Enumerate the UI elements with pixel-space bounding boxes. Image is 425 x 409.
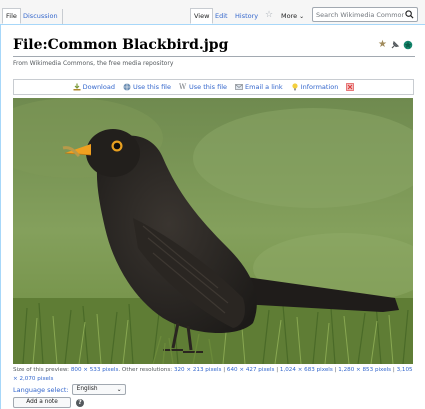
resolution-link-1280[interactable]: 1,280 × 853 pixels xyxy=(338,367,391,373)
information-label: Information xyxy=(300,83,339,91)
resolution-separator: | xyxy=(334,367,337,373)
resolution-separator: | xyxy=(223,367,226,373)
use-file-wiki-label: Use this file xyxy=(189,83,228,91)
email-link-label: Email a link xyxy=(245,83,283,91)
blackbird-photo xyxy=(13,98,413,364)
close-toolbar-button[interactable] xyxy=(346,83,355,91)
watch-star-icon[interactable]: ☆ xyxy=(262,8,276,24)
file-image[interactable] xyxy=(13,98,413,364)
preview-size-prefix: Size of this preview: xyxy=(13,367,70,373)
resolution-link-1024[interactable]: 1,024 × 683 pixels xyxy=(280,367,333,373)
title-indicators: ★ xyxy=(378,39,413,51)
add-note-button[interactable]: Add a note xyxy=(13,397,71,408)
language-select[interactable]: English ⌄ xyxy=(71,384,126,395)
resolution-separator: | xyxy=(276,367,279,373)
preview-resolution-info: Size of this preview: 800 × 533 pixels. … xyxy=(13,366,415,384)
language-row: Language select: English ⌄ xyxy=(13,384,126,395)
tab-file[interactable]: File xyxy=(2,8,21,24)
search-box xyxy=(312,7,418,22)
email-link-button[interactable]: Email a link xyxy=(235,83,283,91)
file-toolbar: Download Use this file W Use this file E… xyxy=(13,79,414,95)
language-select-label: Language select: xyxy=(13,385,69,394)
search-icon[interactable] xyxy=(405,10,414,19)
download-button[interactable]: Download xyxy=(73,83,115,91)
resolution-separator: | xyxy=(392,367,395,373)
preview-size-link[interactable]: 800 × 533 pixels xyxy=(71,367,119,373)
download-label: Download xyxy=(82,83,115,91)
use-file-web-button[interactable]: Use this file xyxy=(123,83,171,91)
use-file-web-label: Use this file xyxy=(132,83,171,91)
pin-icon[interactable] xyxy=(390,40,400,50)
chevron-down-icon: ⌄ xyxy=(299,13,305,20)
content-panel: File:Common Blackbird.jpg ★ From Wikimed… xyxy=(0,24,425,409)
tab-bar: File Discussion View Edit History ☆ More… xyxy=(0,0,425,25)
quality-image-icon[interactable] xyxy=(403,40,413,50)
information-button[interactable]: Information xyxy=(291,83,339,91)
featured-star-icon[interactable]: ★ xyxy=(378,40,387,50)
close-icon xyxy=(346,83,355,91)
page-title: File:Common Blackbird.jpg xyxy=(13,37,229,53)
help-icon[interactable]: ? xyxy=(76,398,84,407)
wikipedia-w-icon: W xyxy=(179,83,187,91)
resolution-link-320[interactable]: 320 × 213 pixels xyxy=(174,367,222,373)
download-icon xyxy=(73,83,81,91)
use-file-wiki-button[interactable]: W Use this file xyxy=(179,83,227,91)
site-subtitle: From Wikimedia Commons, the free media r… xyxy=(13,60,174,67)
other-resolutions-label: . Other resolutions: xyxy=(118,367,173,373)
tab-edit[interactable]: Edit xyxy=(212,9,231,25)
note-row: Add a note ? xyxy=(13,397,84,408)
more-label: More xyxy=(281,12,298,20)
tab-view[interactable]: View xyxy=(190,8,214,24)
chevron-down-icon: ⌄ xyxy=(116,386,122,393)
language-selected-value: English xyxy=(76,386,98,392)
tab-history[interactable]: History xyxy=(232,9,261,25)
resolution-link-640[interactable]: 640 × 427 pixels xyxy=(227,367,275,373)
lightbulb-icon xyxy=(292,83,298,91)
search-input[interactable] xyxy=(316,9,404,21)
tab-discussion[interactable]: Discussion xyxy=(20,9,63,25)
title-divider xyxy=(13,56,415,57)
more-menu[interactable]: More ⌄ xyxy=(278,9,307,25)
email-icon xyxy=(235,84,243,90)
globe-icon xyxy=(123,83,131,91)
